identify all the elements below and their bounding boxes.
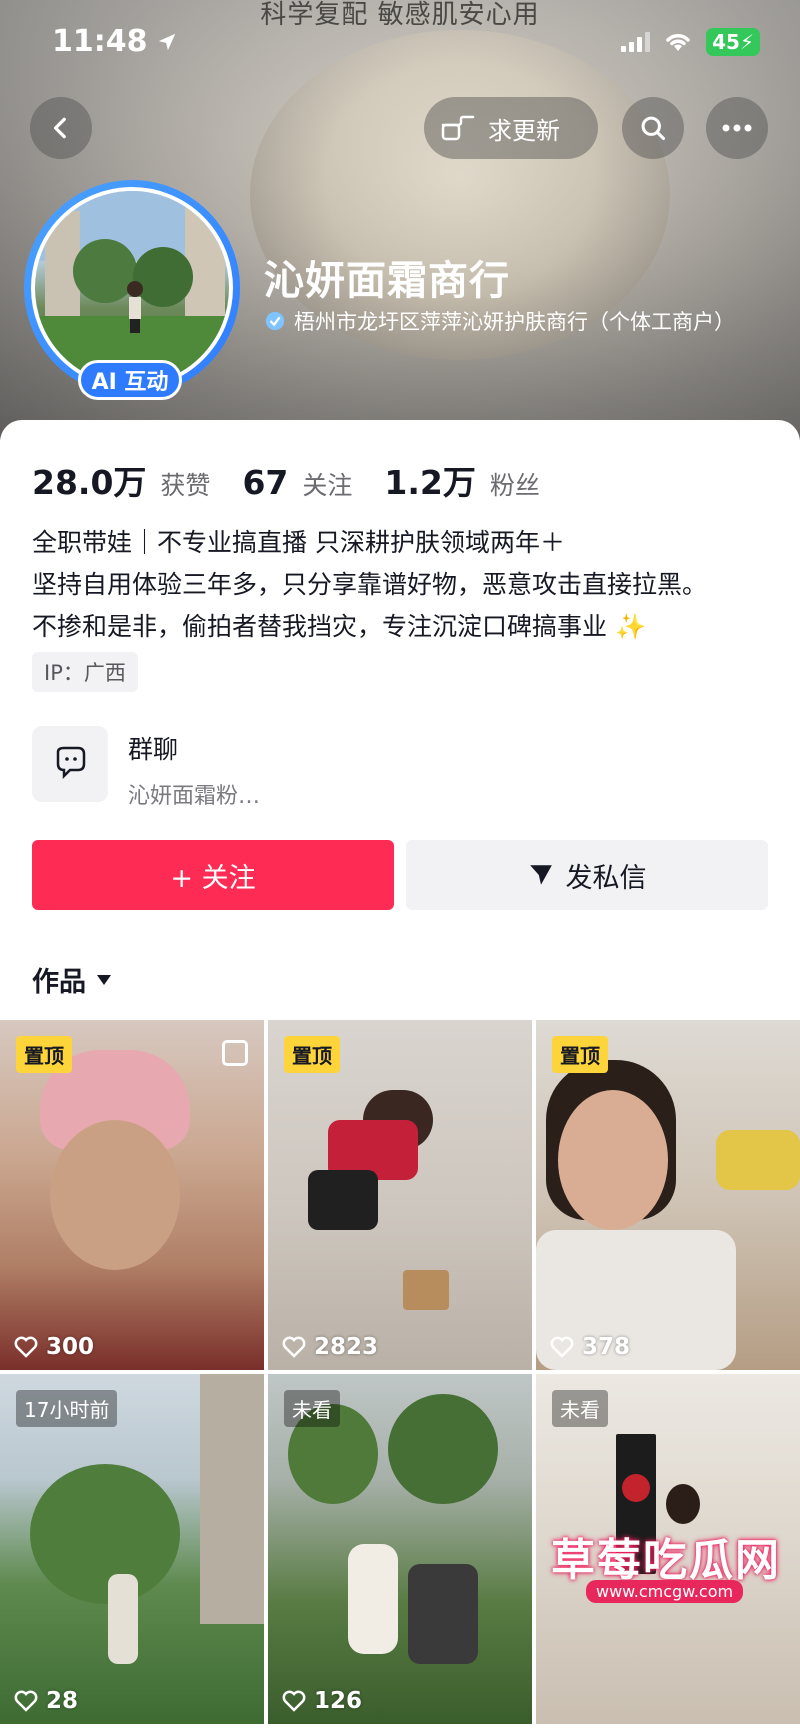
profile-nickname: 沁妍面霜商行: [264, 258, 510, 304]
video-likes: 300: [14, 1334, 94, 1360]
heart-icon: [14, 1690, 38, 1712]
following-label[interactable]: 关注: [302, 466, 352, 502]
heart-icon: [14, 1336, 38, 1358]
multi-image-icon: [222, 1040, 248, 1066]
battery-indicator: 45 ⚡: [706, 28, 760, 56]
verification-label: 梧州市龙圩区萍萍沁妍护肤商行（个体工商户）: [264, 306, 735, 336]
pinned-badge: 置顶: [284, 1036, 340, 1073]
follow-button[interactable]: + 关注: [32, 840, 394, 910]
heart-icon: [282, 1690, 306, 1712]
video-likes: 2823: [282, 1334, 378, 1360]
site-watermark-url: www.cmcgw.com: [586, 1580, 744, 1603]
video-likes: 28: [14, 1688, 78, 1714]
verified-icon: [265, 311, 285, 331]
chevron-left-icon: [53, 117, 66, 139]
search-button[interactable]: [622, 97, 684, 159]
video-tile[interactable]: 未看 126: [268, 1374, 532, 1724]
search-icon: [641, 116, 666, 141]
posted-time-badge: 17小时前: [16, 1390, 118, 1427]
pinned-badge: 置顶: [16, 1036, 72, 1073]
pinned-badge: 置顶: [552, 1036, 608, 1073]
bio-line: 全职带娃｜不专业搞直播 只深耕护肤领域两年＋: [32, 528, 565, 557]
wifi-icon: [666, 34, 690, 51]
likes-count: 28.0万: [32, 463, 147, 502]
send-icon: [529, 865, 552, 885]
location-arrow-icon: [158, 33, 175, 50]
video-tile[interactable]: 置顶 2823: [268, 1020, 532, 1370]
likes-label: 获赞: [160, 471, 211, 500]
video-tile[interactable]: 置顶 300: [0, 1020, 264, 1370]
heart-icon: [282, 1336, 306, 1358]
group-chat-subtitle: 沁妍面霜粉…: [128, 784, 261, 809]
ai-interaction-badge[interactable]: AI 互动: [78, 360, 182, 400]
bio-line: 坚持自用体验三年多，只分享靠谱好物，恶意攻击直接拉黑。: [32, 570, 708, 599]
profile-bio: 全职带娃｜不专业搞直播 只深耕护肤领域两年＋ 坚持自用体验三年多，只分享靠谱好物…: [32, 522, 772, 648]
cellular-signal-icon: [621, 32, 651, 52]
group-chat-title: 群聊: [128, 735, 179, 764]
pointing-hand-icon: [441, 115, 475, 141]
video-likes: 378: [550, 1334, 630, 1360]
avatar-image: [35, 191, 229, 385]
status-bar-time: 11:48: [52, 24, 178, 59]
ip-location-tag: IP：广西: [32, 652, 138, 692]
profile-stats: 28.0万 获赞 67 关注 1.2万 粉丝: [32, 456, 558, 504]
works-tab[interactable]: 作品: [32, 960, 112, 999]
group-chat-icon: [32, 726, 108, 802]
following-count[interactable]: 67: [242, 463, 288, 502]
send-message-button[interactable]: 发私信: [406, 840, 768, 910]
more-dots-icon: [722, 124, 752, 132]
unwatched-badge: 未看: [552, 1390, 608, 1427]
group-chat-entry[interactable]: 群聊 沁妍面霜粉…: [32, 726, 260, 810]
back-button[interactable]: [30, 97, 92, 159]
bio-line: 不掺和是非，偷拍者替我挡灾，专注沉淀口碑搞事业 ✨: [32, 612, 647, 641]
caret-down-icon: [97, 974, 111, 985]
more-options-button[interactable]: [706, 97, 768, 159]
video-tile[interactable]: 17小时前 28: [0, 1374, 264, 1724]
unwatched-badge: 未看: [284, 1390, 340, 1427]
followers-count[interactable]: 1.2万: [384, 456, 475, 504]
request-update-button[interactable]: 求更新: [424, 97, 598, 159]
heart-icon: [550, 1336, 574, 1358]
status-bar-right: 45 ⚡: [621, 28, 760, 56]
video-likes: 126: [282, 1688, 362, 1714]
followers-label[interactable]: 粉丝: [490, 466, 540, 502]
video-tile[interactable]: 置顶 378: [536, 1020, 800, 1370]
